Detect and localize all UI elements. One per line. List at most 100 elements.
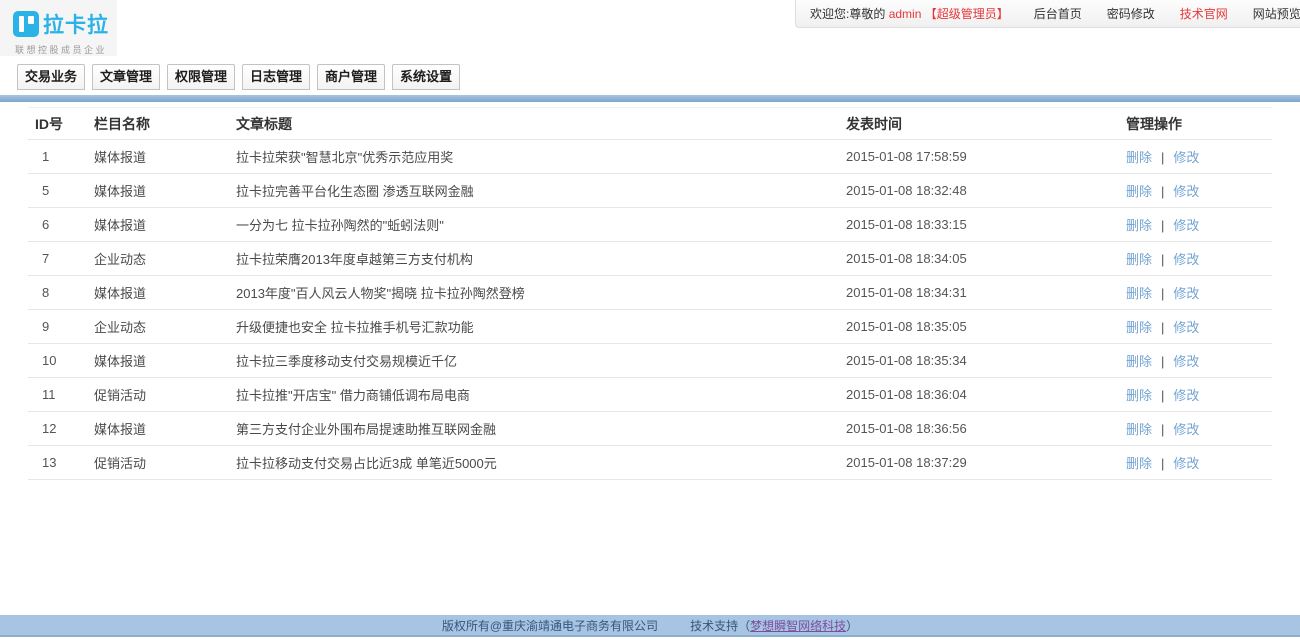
userbar-link-admin-home[interactable]: 后台首页 [1034,5,1082,22]
cell-publish-time: 2015-01-08 18:33:15 [845,208,1125,242]
action-separator: | [1161,150,1164,165]
cell-category: 媒体报道 [93,412,235,446]
cell-article-id: 1 [28,140,93,174]
cell-actions: 删除|修改 [1125,208,1272,242]
action-separator: | [1161,184,1164,199]
tab-trading[interactable]: 交易业务 [17,64,85,90]
cell-article-id: 13 [28,446,93,480]
cell-publish-time: 2015-01-08 18:34:31 [845,276,1125,310]
action-separator: | [1161,286,1164,301]
cell-article-id: 12 [28,412,93,446]
cell-article-id: 11 [28,378,93,412]
copyright-text: 版权所有@重庆渝靖通电子商务有限公司 [442,619,658,633]
cell-article-title: 2013年度"百人风云人物奖"揭晓 拉卡拉孙陶然登榜 [235,276,845,310]
cell-actions: 删除|修改 [1125,378,1272,412]
cell-actions: 删除 | 修改 [1125,310,1272,344]
support-text: 技术支持（梦想瞬智网络科技） [690,619,858,633]
cell-category: 企业动态 [93,242,235,276]
edit-link[interactable]: 修改 [1173,252,1199,267]
support-link[interactable]: 梦想瞬智网络科技 [750,619,846,633]
tab-system[interactable]: 系统设置 [392,64,460,90]
cell-publish-time: 2015-01-08 17:58:59 [845,140,1125,174]
userbar-link-password[interactable]: 密码修改 [1107,5,1155,22]
logo: 拉卡拉 联想控股成员企业 [0,0,117,56]
table-header-row: ID号 栏目名称 文章标题 发表时间 管理操作 [28,108,1272,140]
table-row: 1媒体报道拉卡拉荣获"智慧北京"优秀示范应用奖2015-01-08 17:58:… [28,140,1272,174]
cell-article-title: 拉卡拉推"开店宝" 借力商铺低调布局电商 [235,378,845,412]
cell-article-title: 拉卡拉三季度移动支付交易规模近千亿 [235,344,845,378]
edit-link[interactable]: 修改 [1173,286,1199,301]
edit-link[interactable]: 修改 [1173,320,1199,335]
table-row: 9企业动态升级便捷也安全 拉卡拉推手机号汇款功能2015-01-08 18:35… [28,310,1272,344]
footer-bar: 版权所有@重庆渝靖通电子商务有限公司 技术支持（梦想瞬智网络科技） [0,615,1300,637]
cell-article-title: 第三方支付企业外围布局提速助推互联网金融 [235,412,845,446]
tab-merchant[interactable]: 商户管理 [317,64,385,90]
logo-text: 拉卡拉 [43,9,109,39]
edit-link[interactable]: 修改 [1173,388,1199,403]
action-separator: | [1161,320,1164,335]
delete-link[interactable]: 删除 [1126,422,1152,437]
cell-category: 促销活动 [93,446,235,480]
delete-link[interactable]: 删除 [1126,286,1152,301]
article-table: ID号 栏目名称 文章标题 发表时间 管理操作 1媒体报道拉卡拉荣获"智慧北京"… [28,107,1272,480]
delete-link[interactable]: 删除 [1126,388,1152,403]
cell-article-title: 拉卡拉完善平台化生态圈 渗透互联网金融 [235,174,845,208]
user-role: 【超级管理员】 [925,7,1009,21]
cell-publish-time: 2015-01-08 18:32:48 [845,174,1125,208]
table-row: 13促销活动拉卡拉移动支付交易占比近3成 单笔近5000元2015-01-08 … [28,446,1272,480]
cell-actions: 删除|修改 [1125,446,1272,480]
cell-category: 媒体报道 [93,208,235,242]
cell-article-id: 8 [28,276,93,310]
main-tabs: 交易业务文章管理权限管理日志管理商户管理系统设置 [17,64,1300,90]
logo-tagline: 联想控股成员企业 [15,43,117,56]
delete-link[interactable]: 删除 [1126,354,1152,369]
top-header: 拉卡拉 联想控股成员企业 欢迎您:尊敬的 admin 【超级管理员】 后台首页 密… [0,0,1300,56]
cell-category: 媒体报道 [93,276,235,310]
tab-article[interactable]: 文章管理 [92,64,160,90]
table-row: 5媒体报道拉卡拉完善平台化生态圈 渗透互联网金融2015-01-08 18:32… [28,174,1272,208]
delete-link[interactable]: 删除 [1126,252,1152,267]
cell-article-title: 一分为七 拉卡拉孙陶然的"蚯蚓法则" [235,208,845,242]
cell-article-title: 拉卡拉荣获"智慧北京"优秀示范应用奖 [235,140,845,174]
edit-link[interactable]: 修改 [1173,150,1199,165]
tab-permission[interactable]: 权限管理 [167,64,235,90]
delete-link[interactable]: 删除 [1126,456,1152,471]
edit-link[interactable]: 修改 [1173,184,1199,199]
edit-link[interactable]: 修改 [1173,354,1199,369]
userbar-link-site-preview[interactable]: 网站预览 [1253,5,1300,22]
table-row: 8媒体报道2013年度"百人风云人物奖"揭晓 拉卡拉孙陶然登榜2015-01-0… [28,276,1272,310]
action-separator: | [1161,422,1164,437]
welcome-text: 欢迎您:尊敬的 admin 【超级管理员】 [810,5,1009,22]
edit-link[interactable]: 修改 [1173,422,1199,437]
table-row: 12媒体报道第三方支付企业外围布局提速助推互联网金融2015-01-08 18:… [28,412,1272,446]
cell-publish-time: 2015-01-08 18:34:05 [845,242,1125,276]
column-header-category: 栏目名称 [93,108,235,140]
cell-article-title: 升级便捷也安全 拉卡拉推手机号汇款功能 [235,310,845,344]
tab-log[interactable]: 日志管理 [242,64,310,90]
delete-link[interactable]: 删除 [1126,184,1152,199]
edit-link[interactable]: 修改 [1173,218,1199,233]
cell-actions: 删除|修改 [1125,242,1272,276]
table-row: 11促销活动拉卡拉推"开店宝" 借力商铺低调布局电商2015-01-08 18:… [28,378,1272,412]
column-header-publish-time: 发表时间 [845,108,1125,140]
cell-actions: 删除 | 修改 [1125,412,1272,446]
delete-link[interactable]: 删除 [1126,320,1152,335]
userbar-link-tech-site[interactable]: 技术官网 [1180,5,1228,22]
cell-category: 媒体报道 [93,174,235,208]
delete-link[interactable]: 删除 [1126,150,1152,165]
cell-actions: 删除 | 修改 [1125,140,1272,174]
cell-actions: 删除 | 修改 [1125,276,1272,310]
cell-article-id: 6 [28,208,93,242]
edit-link[interactable]: 修改 [1173,456,1199,471]
cell-publish-time: 2015-01-08 18:35:34 [845,344,1125,378]
userbar-links: 后台首页密码修改技术官网网站预览退出 [1034,5,1300,22]
cell-article-title: 拉卡拉荣膺2013年度卓越第三方支付机构 [235,242,845,276]
user-bar: 欢迎您:尊敬的 admin 【超级管理员】 后台首页密码修改技术官网网站预览退出 [795,0,1300,28]
action-separator: | [1161,354,1164,369]
table-row: 10媒体报道拉卡拉三季度移动支付交易规模近千亿2015-01-08 18:35:… [28,344,1272,378]
cell-publish-time: 2015-01-08 18:36:04 [845,378,1125,412]
column-header-id: ID号 [28,108,93,140]
delete-link[interactable]: 删除 [1126,218,1152,233]
divider-bar [0,95,1300,102]
cell-category: 媒体报道 [93,140,235,174]
